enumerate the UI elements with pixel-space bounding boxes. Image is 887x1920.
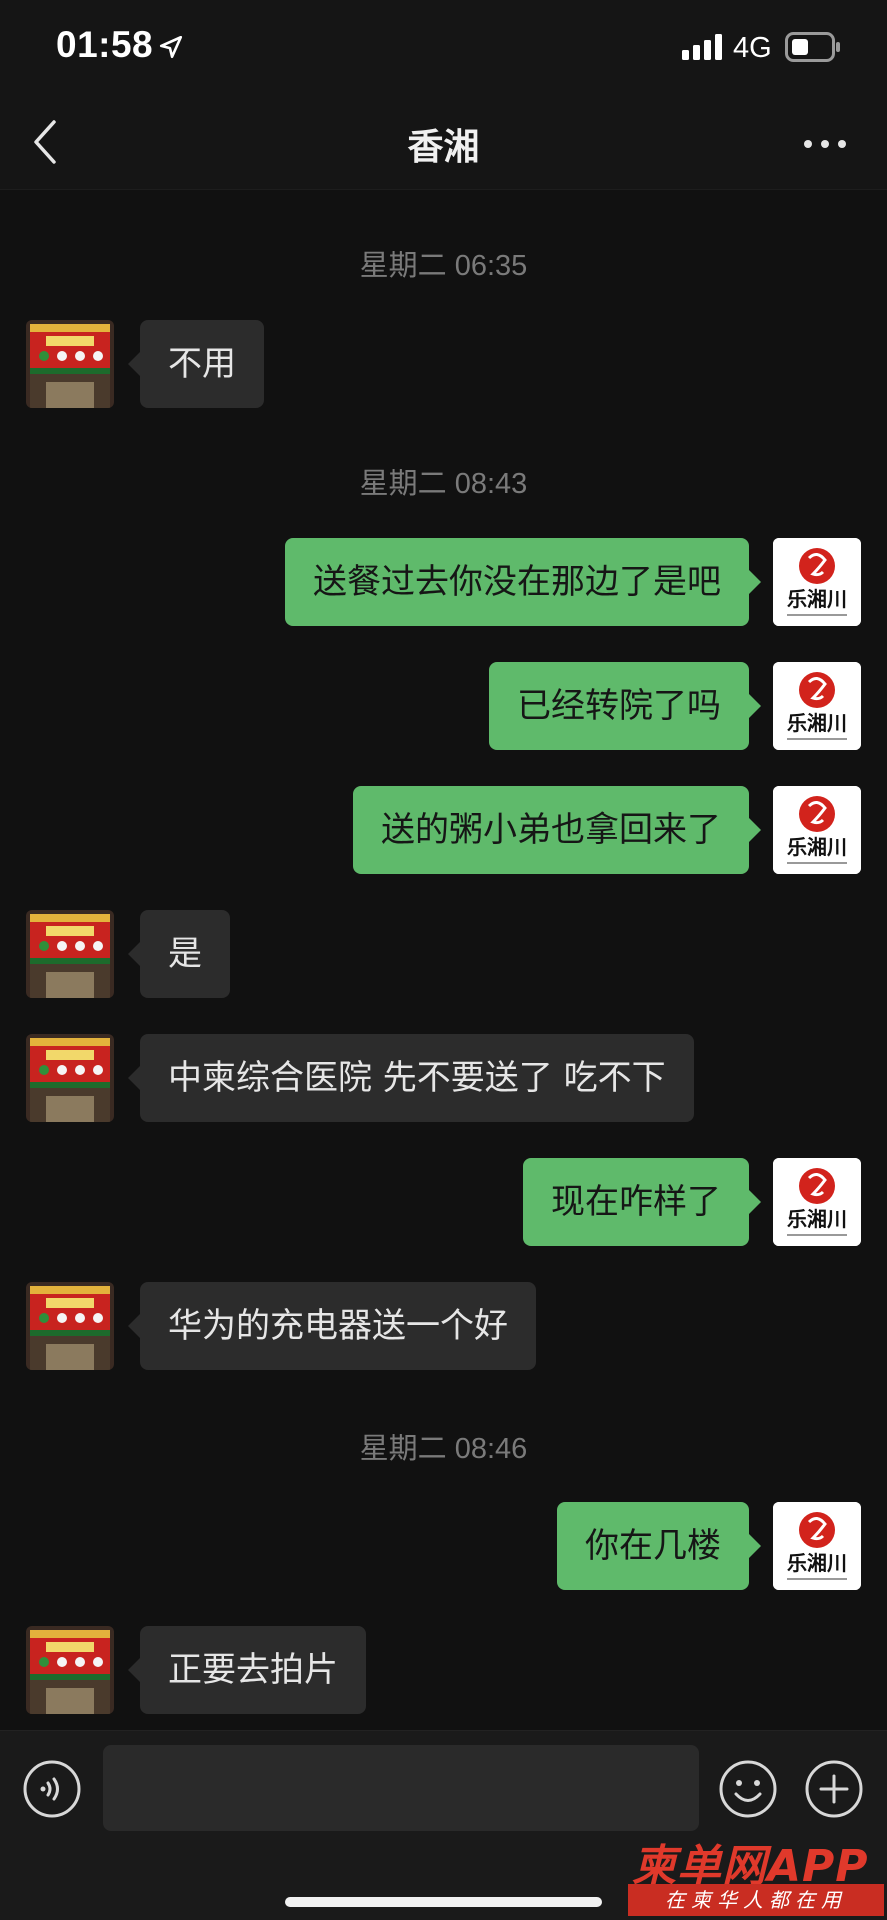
contact-avatar[interactable] bbox=[26, 1626, 114, 1714]
outgoing-message[interactable]: 送餐过去你没在那边了是吧 bbox=[285, 538, 761, 626]
chat-header: 香湘 bbox=[0, 96, 887, 190]
watermark-logo: 柬单网APP 在柬华人都在用 bbox=[628, 1830, 887, 1920]
message-input[interactable] bbox=[103, 1745, 699, 1831]
status-time: 01:58 bbox=[56, 24, 154, 65]
restaurant-logo-image: 乐湘川 bbox=[773, 1502, 861, 1590]
message-timestamp: 星期二 08:46 bbox=[359, 1433, 528, 1465]
logo-text: 乐湘川 bbox=[787, 587, 847, 611]
incoming-message[interactable]: 是 bbox=[128, 910, 230, 998]
restaurant-logo-image: 乐湘川 bbox=[773, 538, 861, 626]
battery-icon bbox=[785, 32, 840, 62]
home-indicator bbox=[285, 1897, 602, 1907]
incoming-message[interactable]: 正要去拍片 bbox=[128, 1626, 366, 1714]
logo-text: 乐湘川 bbox=[787, 835, 847, 859]
location-arrow-icon bbox=[159, 35, 183, 59]
restaurant-logo-image: 乐湘川 bbox=[773, 786, 861, 874]
restaurant-logo-image: 乐湘川 bbox=[773, 1158, 861, 1246]
my-avatar[interactable]: 乐湘川 bbox=[773, 538, 861, 626]
incoming-message[interactable]: 中柬综合医院 先不要送了 吃不下 bbox=[128, 1034, 694, 1122]
my-avatar[interactable]: 乐湘川 bbox=[773, 1158, 861, 1246]
incoming-message[interactable]: 不用 bbox=[128, 320, 264, 408]
my-avatar[interactable]: 乐湘川 bbox=[773, 786, 861, 874]
my-avatar[interactable]: 乐湘川 bbox=[773, 662, 861, 750]
outgoing-message[interactable]: 现在咋样了 bbox=[523, 1158, 761, 1246]
restaurant-sign-image bbox=[26, 320, 114, 408]
logo-text: 乐湘川 bbox=[787, 1551, 847, 1575]
outgoing-message[interactable]: 你在几楼 bbox=[557, 1502, 761, 1590]
incoming-message[interactable]: 华为的充电器送一个好 bbox=[128, 1282, 536, 1370]
restaurant-sign-image bbox=[26, 1034, 114, 1122]
contact-avatar[interactable] bbox=[26, 910, 114, 998]
restaurant-sign-image bbox=[26, 910, 114, 998]
watermark-tagline: 在柬华人都在用 bbox=[628, 1884, 884, 1916]
emoji-icon[interactable] bbox=[718, 1759, 778, 1819]
contact-avatar[interactable] bbox=[26, 1034, 114, 1122]
signal-bars-icon bbox=[682, 34, 722, 60]
restaurant-logo-image: 乐湘川 bbox=[773, 662, 861, 750]
voice-icon[interactable] bbox=[22, 1759, 82, 1819]
message-timestamp: 星期二 08:43 bbox=[359, 468, 528, 500]
network-type: 4G bbox=[733, 32, 772, 64]
chat-title: 香湘 bbox=[407, 127, 480, 168]
outgoing-message[interactable]: 送的粥小弟也拿回来了 bbox=[353, 786, 761, 874]
restaurant-sign-image bbox=[26, 1626, 114, 1714]
contact-avatar[interactable] bbox=[26, 320, 114, 408]
plus-icon[interactable] bbox=[804, 1759, 864, 1819]
chat-history[interactable]: 星期二 06:35 不用 星期二 08:43 送餐过去你没在那边了是吧 乐湘川 … bbox=[0, 190, 887, 1730]
contact-avatar[interactable] bbox=[26, 1282, 114, 1370]
outgoing-message[interactable]: 已经转院了吗 bbox=[489, 662, 761, 750]
message-timestamp: 星期二 06:35 bbox=[359, 250, 528, 282]
status-bar: 01:58 4G bbox=[0, 0, 887, 96]
logo-text: 乐湘川 bbox=[787, 1207, 847, 1231]
logo-text: 乐湘川 bbox=[787, 711, 847, 735]
restaurant-sign-image bbox=[26, 1282, 114, 1370]
my-avatar[interactable]: 乐湘川 bbox=[773, 1502, 861, 1590]
more-dots-icon[interactable] bbox=[800, 124, 850, 164]
